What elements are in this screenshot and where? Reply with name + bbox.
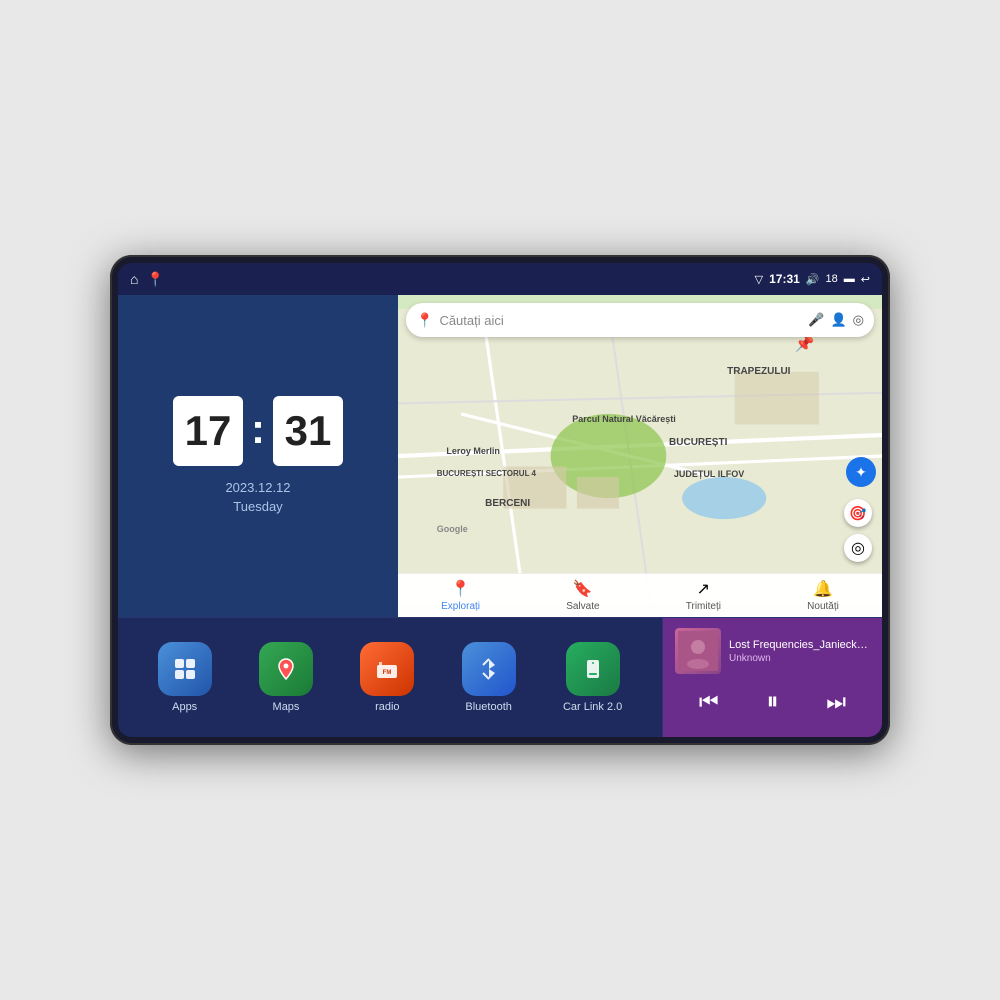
clock-digits: 17 : 31 xyxy=(173,396,343,466)
top-section: 17 : 31 2023.12.12 Tuesday xyxy=(118,295,882,617)
map-account-icon[interactable]: 👤 xyxy=(830,312,846,328)
maps-icon[interactable]: 📍 xyxy=(146,271,163,288)
map-nav-salvate-icon: 🔖 xyxy=(573,579,593,599)
clock-weekday: Tuesday xyxy=(225,497,290,517)
map-label-ilfov: JUDEȚUL ILFOV xyxy=(674,469,744,479)
map-search-placeholder[interactable]: Căutați aici xyxy=(439,313,802,328)
map-navigate-button[interactable]: ✦ xyxy=(846,457,876,487)
app-label-carlink: Car Link 2.0 xyxy=(563,701,622,713)
map-bottom-nav: 📍 Explorați 🔖 Salvate ↗ Trimiteți 🔔 xyxy=(398,573,882,617)
app-label-bluetooth: Bluetooth xyxy=(465,701,511,713)
app-label-maps: Maps xyxy=(273,701,300,713)
map-label-sector4: BUCUREȘTI SECTORUL 4 xyxy=(437,469,536,478)
clock-date: 2023.12.12 Tuesday xyxy=(225,478,290,517)
battery-icon: ▬ xyxy=(844,273,855,285)
clock-date-text: 2023.12.12 xyxy=(225,478,290,498)
app-icon-radio: FM xyxy=(360,642,414,696)
music-text: Lost Frequencies_Janieck Devy-... Unknow… xyxy=(729,639,870,664)
music-panel: Lost Frequencies_Janieck Devy-... Unknow… xyxy=(662,618,882,737)
music-controls: ⏮ ⏸ ⏭ xyxy=(675,684,870,720)
map-label-google: Google xyxy=(437,524,468,534)
app-item-carlink[interactable]: Car Link 2.0 xyxy=(563,642,622,713)
music-play-button[interactable]: ⏸ xyxy=(758,684,786,720)
music-title: Lost Frequencies_Janieck Devy-... xyxy=(729,639,870,651)
map-nav-trimiteti-icon: ↗ xyxy=(697,579,710,599)
status-bar-left: ⌂ 📍 xyxy=(130,271,164,288)
app-item-maps[interactable]: Maps xyxy=(259,642,313,713)
status-time: 17:31 xyxy=(769,272,800,286)
app-icon-bluetooth xyxy=(462,642,516,696)
app-icon-apps xyxy=(158,642,212,696)
map-panel[interactable]: 📍 Căutați aici 🎤 👤 ◎ TRAPEZULUI BUCUREȘT… xyxy=(398,295,882,617)
map-label-berceni: BERCENI xyxy=(485,498,530,509)
map-nav-noutati-label: Noutăți xyxy=(807,601,839,612)
music-thumbnail xyxy=(675,628,721,674)
music-next-button[interactable]: ⏭ xyxy=(818,685,854,719)
battery-level: 18 xyxy=(826,273,838,285)
map-compass-button[interactable]: ◎ xyxy=(844,534,872,562)
map-mic-icon[interactable]: 🎤 xyxy=(808,312,824,328)
map-label-bucuresti: BUCUREȘTI xyxy=(669,437,727,448)
clock-colon: : xyxy=(251,405,265,453)
clock-hour: 17 xyxy=(173,396,243,466)
map-nav-trimiteti[interactable]: ↗ Trimiteți xyxy=(686,579,721,612)
status-bar: ⌂ 📍 ▽ 17:31 🔊 18 ▬ ↩ xyxy=(118,263,882,295)
map-search-bar[interactable]: 📍 Căutați aici 🎤 👤 ◎ xyxy=(406,303,874,337)
map-nav-trimiteti-label: Trimiteți xyxy=(686,601,721,612)
map-layers-icon[interactable]: ◎ xyxy=(853,312,864,328)
map-label-trapezului: TRAPEZULUI xyxy=(727,366,790,377)
app-label-radio: radio xyxy=(375,701,399,713)
music-artist: Unknown xyxy=(729,653,870,664)
clock-minute: 31 xyxy=(273,396,343,466)
music-prev-button[interactable]: ⏮ xyxy=(691,685,727,719)
map-nav-noutati-icon: 🔔 xyxy=(813,579,833,599)
map-nav-explorati-label: Explorați xyxy=(441,601,480,612)
map-nav-salvate[interactable]: 🔖 Salvate xyxy=(566,579,599,612)
map-nav-noutati[interactable]: 🔔 Noutăți xyxy=(807,579,839,612)
app-item-radio[interactable]: FM radio xyxy=(360,642,414,713)
app-icon-maps xyxy=(259,642,313,696)
app-item-apps[interactable]: Apps xyxy=(158,642,212,713)
map-label-leroy: Leroy Merlin xyxy=(446,446,500,456)
map-search-right-icons: 🎤 👤 ◎ xyxy=(808,312,864,328)
app-item-bluetooth[interactable]: Bluetooth xyxy=(462,642,516,713)
apps-row: Apps Maps xyxy=(118,618,662,737)
svg-text:FM: FM xyxy=(383,670,392,676)
device-screen: ⌂ 📍 ▽ 17:31 🔊 18 ▬ ↩ 17 : xyxy=(118,263,882,737)
map-search-pin-icon: 📍 xyxy=(416,312,433,329)
car-display-device: ⌂ 📍 ▽ 17:31 🔊 18 ▬ ↩ 17 : xyxy=(110,255,890,745)
clock-panel: 17 : 31 2023.12.12 Tuesday xyxy=(118,295,398,617)
map-nav-explorati[interactable]: 📍 Explorați xyxy=(441,579,480,612)
main-content: 17 : 31 2023.12.12 Tuesday xyxy=(118,295,882,737)
app-label-apps: Apps xyxy=(172,701,197,713)
back-icon[interactable]: ↩ xyxy=(861,273,870,286)
status-bar-right: ▽ 17:31 🔊 18 ▬ ↩ xyxy=(755,272,870,286)
map-locate-button[interactable]: 🎯 xyxy=(844,499,872,527)
map-nav-explorati-icon: 📍 xyxy=(451,579,471,599)
signal-icon: ▽ xyxy=(755,273,763,286)
bottom-section: Apps Maps xyxy=(118,617,882,737)
volume-icon: 🔊 xyxy=(806,273,820,286)
map-nav-salvate-label: Salvate xyxy=(566,601,599,612)
map-label-parc: Parcul Natural Văcărești xyxy=(572,414,676,424)
home-icon[interactable]: ⌂ xyxy=(130,271,138,287)
music-track-info: Lost Frequencies_Janieck Devy-... Unknow… xyxy=(675,628,870,674)
app-icon-carlink xyxy=(566,642,620,696)
